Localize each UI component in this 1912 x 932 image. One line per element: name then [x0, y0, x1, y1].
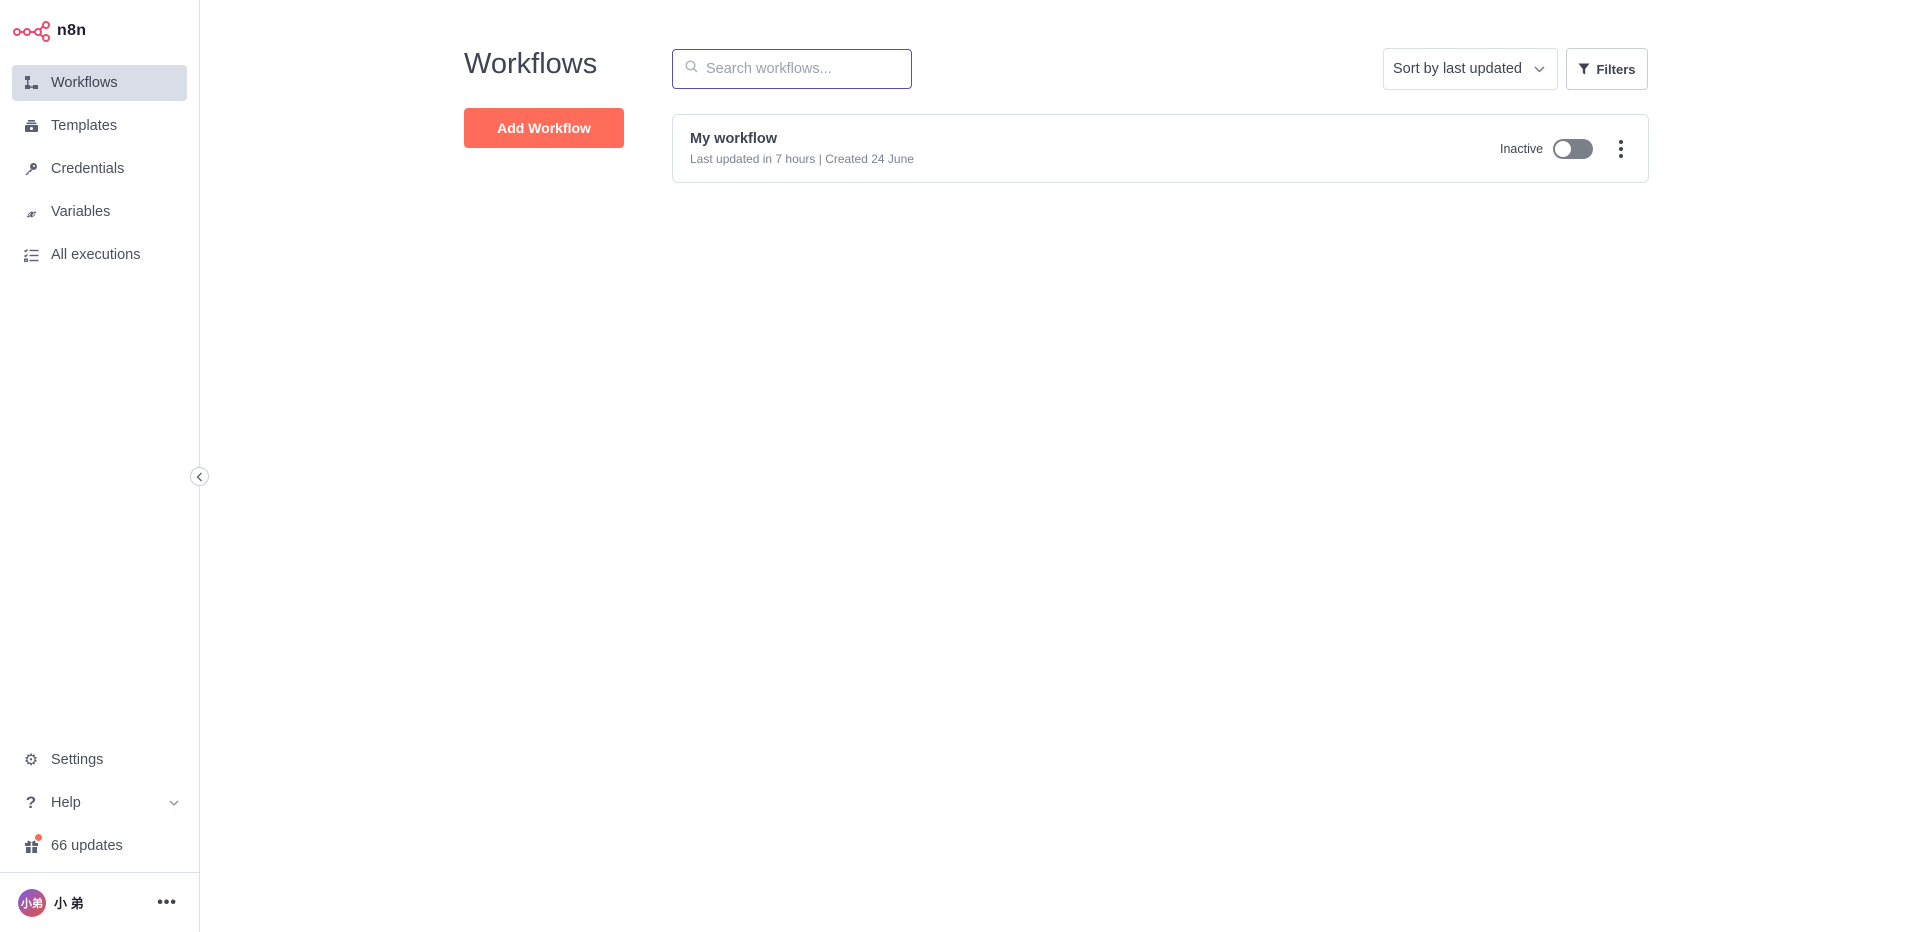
workflow-name[interactable]: My workflow	[690, 131, 777, 147]
filter-icon	[1578, 63, 1590, 75]
workflow-status-label: Inactive	[1500, 142, 1544, 156]
variable-icon: 𝓍	[27, 203, 35, 221]
collapse-sidebar-button[interactable]	[190, 467, 209, 486]
page-title: Workflows	[464, 48, 598, 80]
logo[interactable]: n8n	[13, 20, 86, 42]
app-name: n8n	[57, 22, 87, 39]
chevron-down-icon	[1534, 61, 1545, 77]
sidebar-item-label: 66 updates	[51, 838, 123, 854]
gift-icon	[23, 834, 42, 854]
sidebar-item-help[interactable]: ? Help	[12, 785, 187, 821]
gear-icon: ⚙	[23, 752, 39, 769]
sidebar: n8n Workflows Templates Credentials 𝓍 Va…	[0, 0, 200, 932]
sidebar-item-settings[interactable]: ⚙ Settings	[12, 742, 187, 778]
toggle-knob	[1555, 141, 1571, 157]
workflow-meta: Last updated in 7 hours | Created 24 Jun…	[690, 152, 914, 166]
sidebar-item-credentials[interactable]: Credentials	[12, 151, 187, 187]
user-name: 小 弟	[54, 896, 84, 911]
list-check-icon	[23, 247, 39, 263]
filters-button[interactable]: Filters	[1566, 48, 1648, 90]
sidebar-item-label: Settings	[51, 752, 104, 768]
question-icon: ?	[25, 793, 37, 812]
search-icon	[685, 60, 698, 78]
sidebar-item-updates[interactable]: 66 updates	[12, 828, 187, 864]
sort-selected-value: Sort by last updated	[1393, 61, 1522, 77]
sidebar-item-label: All executions	[51, 247, 141, 263]
filters-label: Filters	[1596, 61, 1636, 77]
avatar[interactable]: 小弟	[18, 888, 46, 917]
user-bar: 小弟 小 弟 •••	[0, 872, 199, 932]
sidebar-item-label: Templates	[51, 118, 118, 134]
sidebar-item-all-executions[interactable]: All executions	[12, 237, 187, 273]
sidebar-item-variables[interactable]: 𝓍 Variables	[12, 194, 187, 230]
notification-dot	[35, 834, 42, 841]
templates-icon	[23, 118, 39, 134]
more-vertical-icon[interactable]	[1614, 137, 1628, 161]
workflow-card[interactable]: My workflow Last updated in 7 hours | Cr…	[672, 114, 1649, 183]
sidebar-item-label: Variables	[51, 204, 111, 220]
sort-select[interactable]: Sort by last updated	[1383, 48, 1558, 90]
sidebar-nav: Workflows Templates Credentials 𝓍 Variab…	[12, 65, 187, 280]
sidebar-item-label: Workflows	[51, 75, 118, 91]
sidebar-item-templates[interactable]: Templates	[12, 108, 187, 144]
key-icon	[23, 161, 39, 177]
sidebar-bottom-nav: ⚙ Settings ? Help 66 updates	[12, 742, 187, 871]
n8n-logo-icon	[13, 21, 50, 42]
chevron-down-icon	[169, 797, 179, 809]
search-box[interactable]	[672, 49, 912, 89]
workflows-icon	[23, 75, 39, 91]
chevron-left-icon	[196, 472, 202, 481]
add-workflow-button[interactable]: Add Workflow	[464, 108, 624, 148]
workflow-active-toggle[interactable]	[1553, 139, 1593, 159]
search-input[interactable]	[706, 61, 896, 77]
sidebar-item-label: Credentials	[51, 161, 125, 177]
sidebar-item-workflows[interactable]: Workflows	[12, 65, 187, 101]
more-horizontal-icon[interactable]: •••	[157, 894, 177, 912]
sidebar-item-label: Help	[51, 795, 81, 811]
